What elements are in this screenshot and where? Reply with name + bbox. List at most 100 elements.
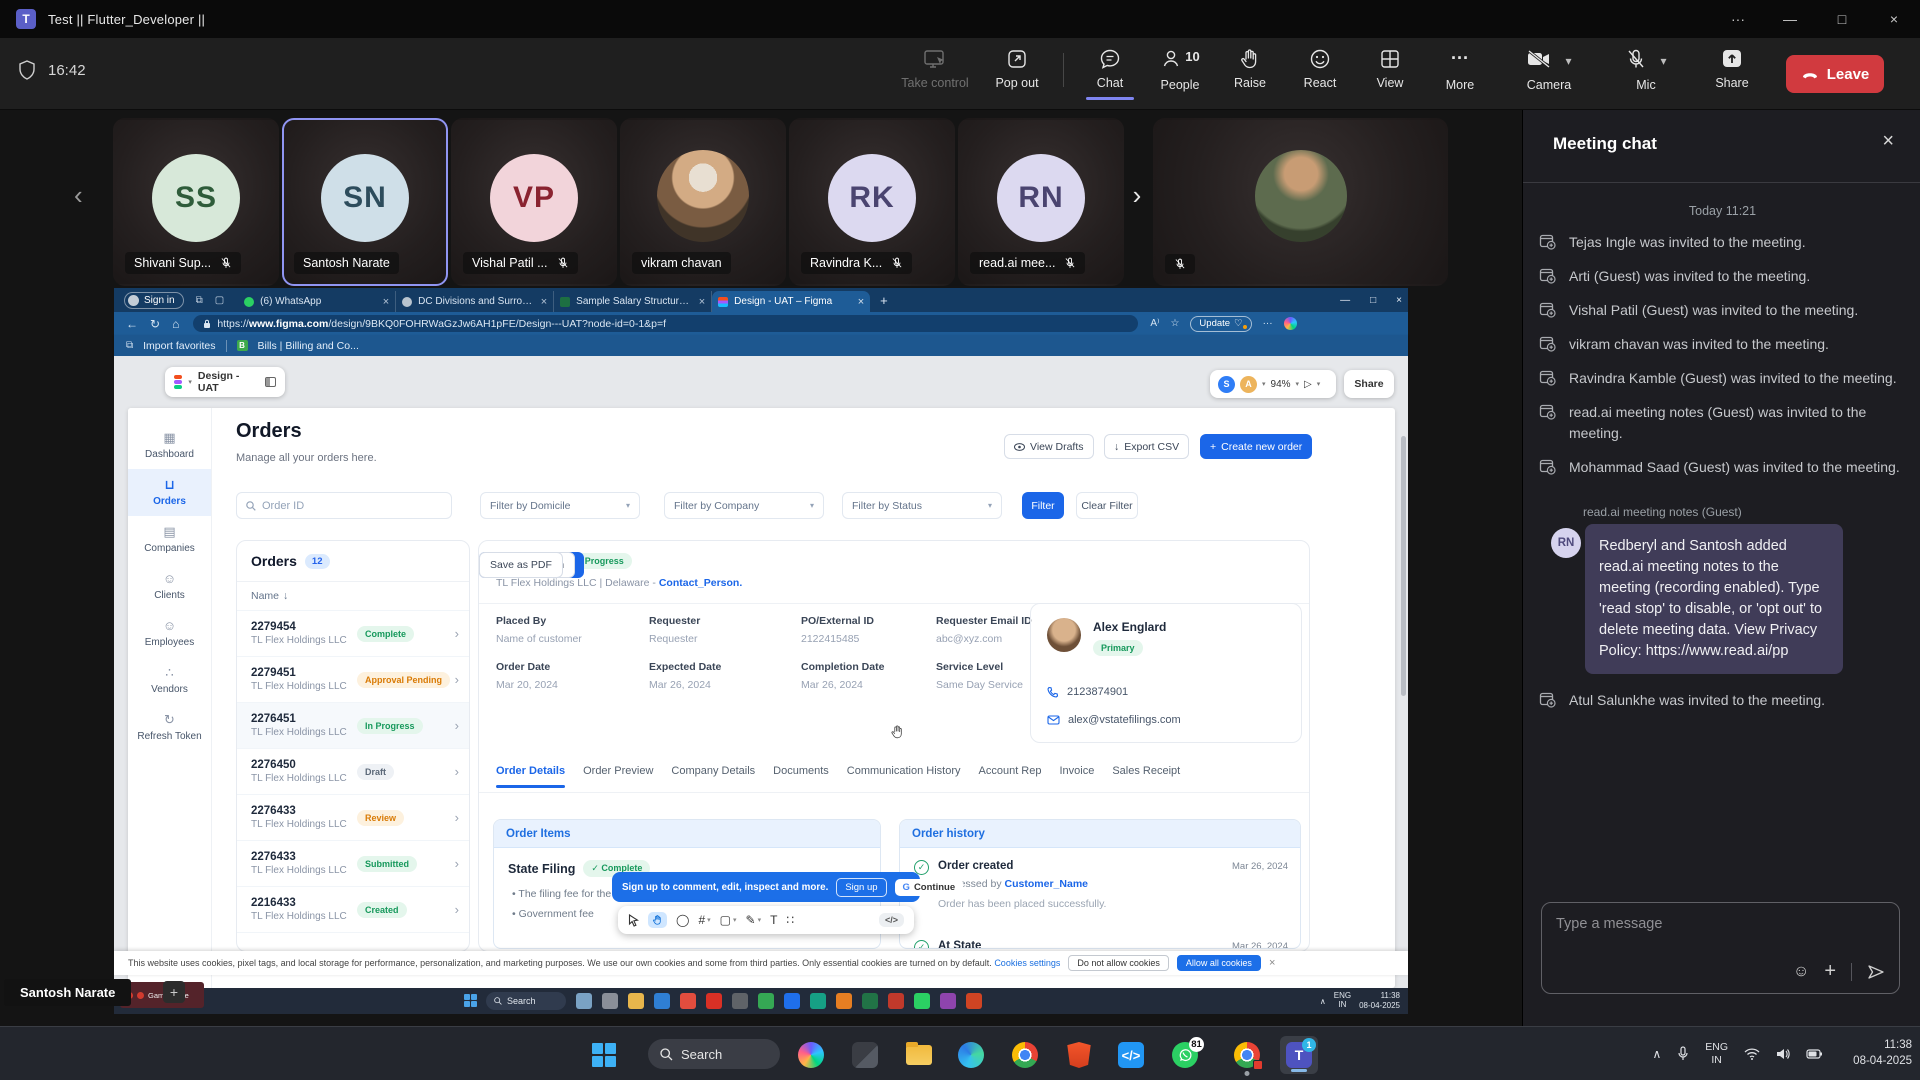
- window-close-icon[interactable]: ×: [1868, 0, 1920, 38]
- vscode-icon[interactable]: </>: [1118, 1042, 1144, 1068]
- collaborator-avatar[interactable]: S: [1218, 376, 1235, 393]
- order-list-item[interactable]: 2276450 TL Flex Holdings LLC Draft ›: [237, 749, 469, 795]
- filter-domicile-dropdown[interactable]: Filter by Domicile▾: [480, 492, 640, 519]
- browser-close-icon[interactable]: ×: [1396, 295, 1402, 306]
- participant-tile[interactable]: vikram chavan: [620, 118, 786, 286]
- browser-maximize-icon[interactable]: □: [1370, 295, 1376, 306]
- customer-name-link[interactable]: Customer_Name: [1005, 878, 1088, 890]
- filter-button[interactable]: Filter: [1022, 492, 1064, 519]
- vertical-tabs-icon[interactable]: ▢: [215, 295, 224, 306]
- new-tab-icon[interactable]: +: [880, 293, 888, 308]
- resources-tool-icon[interactable]: ∷: [786, 913, 794, 927]
- browser-minimize-icon[interactable]: —: [1340, 295, 1350, 306]
- back-icon[interactable]: ←: [126, 317, 138, 331]
- contact-phone[interactable]: 2123874901: [1067, 686, 1128, 698]
- shared-taskbar-icon[interactable]: [940, 993, 956, 1009]
- copilot-icon[interactable]: [1284, 317, 1297, 330]
- chrome-icon[interactable]: [1012, 1042, 1038, 1068]
- order-id-input[interactable]: [262, 500, 432, 512]
- mic-chevron-icon[interactable]: ▾: [1660, 54, 1666, 68]
- prototype-play-icon[interactable]: ▷: [1304, 379, 1312, 390]
- detail-tab[interactable]: Documents: [773, 761, 829, 781]
- take-control-button[interactable]: Take control: [889, 48, 981, 90]
- participant-tile[interactable]: [1153, 118, 1448, 286]
- browser-menu-icon[interactable]: ···: [1263, 318, 1273, 329]
- participant-tile[interactable]: RN read.ai mee...: [958, 118, 1124, 286]
- raise-hand-button[interactable]: Raise: [1214, 48, 1286, 90]
- dark-app-icon[interactable]: [852, 1042, 878, 1068]
- window-maximize-icon[interactable]: □: [1816, 0, 1868, 38]
- leave-button[interactable]: Leave: [1786, 55, 1884, 93]
- shared-taskbar-icon[interactable]: [576, 993, 592, 1009]
- address-bar[interactable]: https://www.figma.com/design/9BKQ0FOHRWa…: [193, 315, 1138, 332]
- view-button[interactable]: View: [1354, 48, 1426, 90]
- start-button[interactable]: [592, 1043, 618, 1069]
- contact-email[interactable]: alex@vstatefilings.com: [1068, 714, 1181, 726]
- favorites-icon[interactable]: ☆: [1170, 318, 1179, 329]
- filter-status-dropdown[interactable]: Filter by Status▾: [842, 492, 1002, 519]
- taskbar-search[interactable]: Search: [648, 1039, 780, 1069]
- language-indicator[interactable]: ENGIN: [1705, 1041, 1728, 1067]
- sidebar-item[interactable]: ↻ Refresh Token: [128, 704, 211, 751]
- shared-taskbar-icon[interactable]: [628, 993, 644, 1009]
- home-icon[interactable]: ⌂: [172, 317, 179, 331]
- pop-out-button[interactable]: Pop out: [981, 48, 1053, 90]
- canvas-scrollbar[interactable]: [1401, 436, 1406, 696]
- chat-message-input[interactable]: [1542, 903, 1899, 945]
- battery-icon[interactable]: [1806, 1049, 1822, 1059]
- shared-taskbar-icon[interactable]: [654, 993, 670, 1009]
- teams-taskbar-slot[interactable]: T1: [1280, 1036, 1318, 1074]
- text-tool-icon[interactable]: T: [770, 913, 777, 927]
- sidebar-item[interactable]: ⊔ Orders: [128, 469, 211, 516]
- sidebar-item[interactable]: ☺ Clients: [128, 563, 211, 610]
- shared-taskbar-icon[interactable]: [784, 993, 800, 1009]
- google-continue-button[interactable]: GContinue: [895, 879, 964, 896]
- figma-share-button[interactable]: Share: [1344, 370, 1394, 398]
- volume-icon[interactable]: [1776, 1048, 1790, 1060]
- copilot-icon[interactable]: [798, 1042, 824, 1068]
- create-new-order-button[interactable]: + Create new order: [1200, 434, 1312, 459]
- comment-tool-icon[interactable]: ◯: [676, 913, 689, 927]
- layout-panel-icon[interactable]: [265, 377, 276, 387]
- detail-tab[interactable]: Order Details: [496, 761, 565, 781]
- browser-tab[interactable]: (6) WhatsApp ×: [238, 291, 396, 312]
- shared-taskbar-icon[interactable]: [966, 993, 982, 1009]
- camera-chevron-icon[interactable]: ▾: [1565, 54, 1571, 68]
- order-list-item[interactable]: 2276433 TL Flex Holdings LLC Submitted ›: [237, 841, 469, 887]
- deny-cookies-button[interactable]: Do not allow cookies: [1068, 955, 1169, 971]
- react-button[interactable]: React: [1284, 48, 1356, 90]
- participant-tile[interactable]: SN Santosh Narate: [282, 118, 448, 286]
- shared-clock[interactable]: 11:3808-04-2025: [1359, 991, 1400, 1010]
- window-more-icon[interactable]: ···: [1712, 0, 1764, 38]
- workspaces-icon[interactable]: ⧉: [196, 295, 203, 306]
- order-id-search[interactable]: [236, 492, 452, 519]
- tab-close-icon[interactable]: ×: [383, 296, 389, 308]
- bills-bookmark[interactable]: Bills | Billing and Co...: [258, 340, 359, 352]
- column-header[interactable]: Name: [251, 590, 279, 602]
- edge-icon[interactable]: [958, 1042, 984, 1068]
- read-aloud-icon[interactable]: A⁾: [1150, 318, 1159, 329]
- collaborator-avatar[interactable]: A: [1240, 376, 1257, 393]
- clear-filter-button[interactable]: Clear Filter: [1076, 492, 1138, 519]
- participant-tile[interactable]: SS Shivani Sup...: [113, 118, 279, 286]
- shape-tool-icon[interactable]: ▢▾: [720, 913, 737, 927]
- tab-close-icon[interactable]: ×: [541, 296, 547, 308]
- sidebar-item[interactable]: ☺ Employees: [128, 610, 211, 657]
- shared-taskbar-icon[interactable]: [602, 993, 618, 1009]
- shared-taskbar-icon[interactable]: [914, 993, 930, 1009]
- share-button[interactable]: Share: [1700, 48, 1764, 90]
- tray-chevron-icon[interactable]: ∧: [1652, 1047, 1661, 1061]
- detail-action-button[interactable]: ↓ Save as PDF: [479, 552, 563, 578]
- hand-tool-icon[interactable]: [648, 912, 667, 928]
- order-list-item[interactable]: 2276433 TL Flex Holdings LLC Review ›: [237, 795, 469, 841]
- order-list-item[interactable]: 2279451 TL Flex Holdings LLC Approval Pe…: [237, 657, 469, 703]
- sidebar-item[interactable]: ▤ Companies: [128, 516, 211, 563]
- presenter-pin-icon[interactable]: +: [163, 981, 185, 1003]
- strip-scroll-left-icon[interactable]: ‹: [74, 180, 83, 211]
- shared-taskbar-icon[interactable]: [706, 993, 722, 1009]
- dev-mode-toggle[interactable]: </>: [879, 913, 904, 927]
- detail-tab[interactable]: Sales Receipt: [1112, 761, 1180, 781]
- whatsapp-icon[interactable]: 81: [1172, 1042, 1198, 1068]
- browser-profile-button[interactable]: Sign in: [124, 292, 184, 309]
- pen-tool-icon[interactable]: ✎▾: [746, 913, 762, 927]
